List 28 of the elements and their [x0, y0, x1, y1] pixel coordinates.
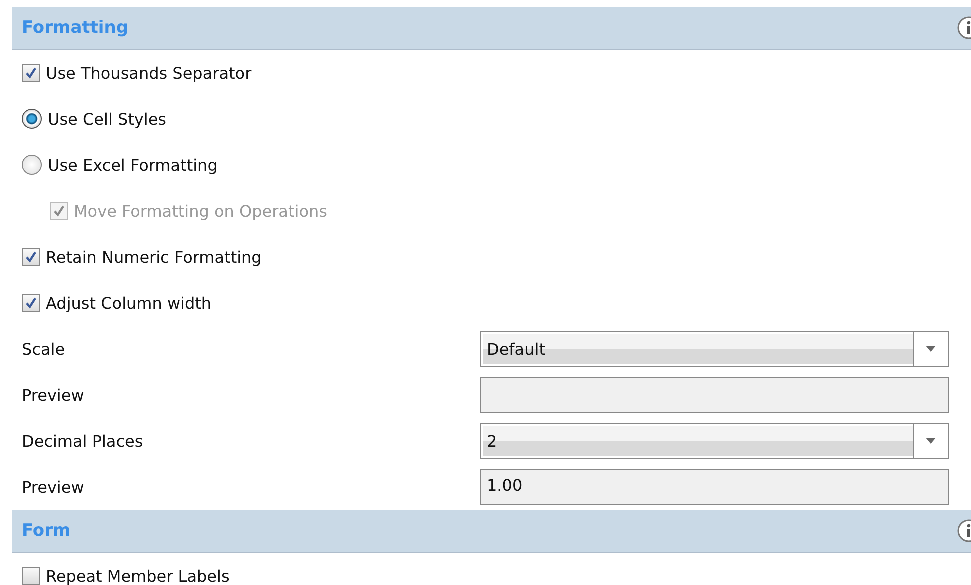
- checkbox[interactable]: [22, 567, 40, 585]
- dropdown[interactable]: Default: [480, 331, 949, 367]
- field-label: Scale: [22, 340, 66, 358]
- check-icon: [24, 250, 38, 264]
- section-title: Formatting: [22, 18, 129, 38]
- check-icon: [24, 296, 38, 310]
- radio-label: Use Cell Styles: [48, 110, 166, 128]
- caret-icon: [926, 438, 936, 444]
- dropdown[interactable]: 2: [480, 423, 949, 459]
- preview-field: 1.00: [480, 469, 949, 505]
- radio-label: Use Excel Formatting: [48, 156, 218, 174]
- checkbox-label: Retain Numeric Formatting: [46, 248, 262, 266]
- checkbox[interactable]: [22, 64, 40, 82]
- caret-icon: [926, 346, 936, 352]
- checkbox[interactable]: [22, 248, 40, 266]
- checkbox-label: Use Thousands Separator: [46, 64, 252, 82]
- check-icon: [24, 66, 38, 80]
- checkbox[interactable]: [22, 294, 40, 312]
- checkbox-label: Adjust Column width: [46, 294, 212, 312]
- checkbox-label: Move Formatting on Operations: [74, 202, 328, 220]
- checkbox-label: Repeat Member Labels: [46, 566, 230, 585]
- check-icon: [52, 204, 66, 218]
- section-title: Form: [22, 521, 71, 541]
- field-label: Preview: [22, 478, 86, 496]
- radio-button[interactable]: [22, 155, 42, 175]
- field-label: Decimal Places: [22, 432, 144, 450]
- field-label: Preview: [22, 386, 86, 404]
- radio-button[interactable]: [22, 109, 42, 129]
